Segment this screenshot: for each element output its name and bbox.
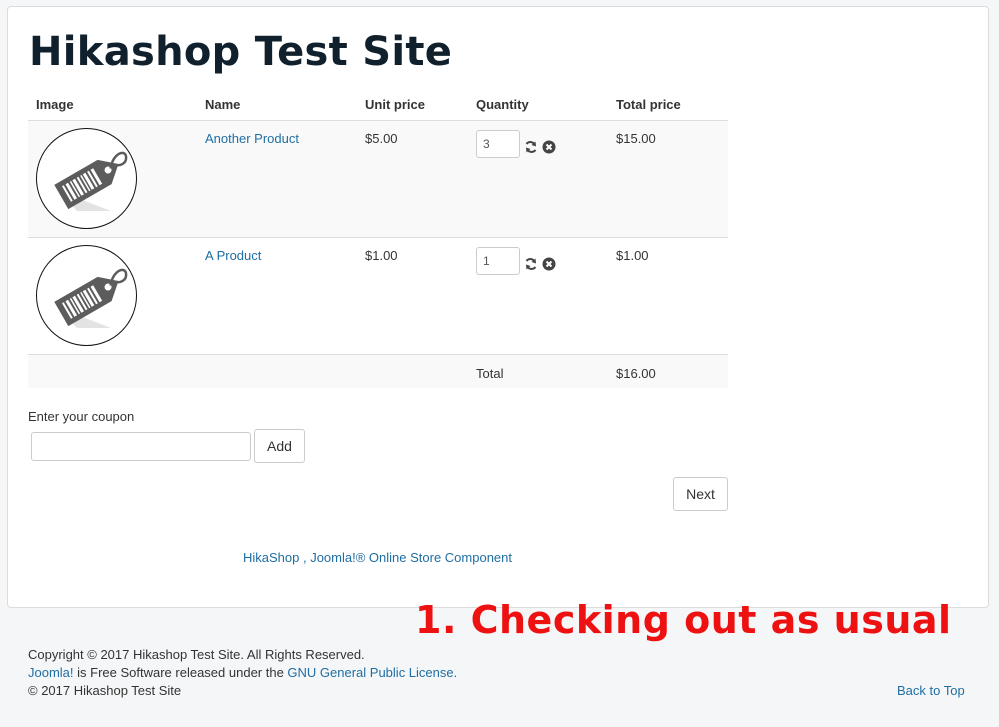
footer-copyright: Copyright © 2017 Hikashop Test Site. All… xyxy=(28,647,365,662)
free-software-text: is Free Software released under the xyxy=(73,665,288,680)
product-name-link[interactable]: Another Product xyxy=(205,131,299,146)
next-button[interactable]: Next xyxy=(673,477,728,511)
col-header-name: Name xyxy=(197,90,357,121)
product-image-cell xyxy=(28,120,197,238)
site-title: Hikashop Test Site xyxy=(29,29,453,75)
total-value: $16.00 xyxy=(608,354,728,388)
unit-price: $5.00 xyxy=(357,120,468,238)
col-header-image: Image xyxy=(28,90,197,121)
product-image-cell xyxy=(28,237,197,355)
col-header-unit-price: Unit price xyxy=(357,90,468,121)
quantity-input[interactable] xyxy=(476,129,520,158)
cart-row: Another Product $5.00 $15.00 xyxy=(28,120,728,238)
quantity-cell xyxy=(468,120,608,238)
col-header-total-price: Total price xyxy=(608,90,728,121)
annotation-overlay: 1. Checking out as usual xyxy=(415,598,952,642)
product-name-cell: Another Product xyxy=(197,120,357,238)
quantity-cell xyxy=(468,237,608,355)
cart-total-row: Total $16.00 xyxy=(28,354,728,388)
hikashop-credit-link[interactable]: HikaShop , Joomla!® Online Store Compone… xyxy=(243,550,512,565)
product-name-link[interactable]: A Product xyxy=(205,248,261,263)
remove-icon[interactable] xyxy=(542,257,556,271)
footer-site-copyright: © 2017 Hikashop Test Site xyxy=(28,683,182,698)
product-name-cell: A Product xyxy=(197,237,357,355)
footer-joomla-notice: Joomla! is Free Software released under … xyxy=(28,665,457,680)
quantity-input[interactable] xyxy=(476,246,520,275)
coupon-label: Enter your coupon xyxy=(28,409,135,424)
total-label: Total xyxy=(468,354,608,388)
col-header-quantity: Quantity xyxy=(468,90,608,121)
refresh-icon[interactable] xyxy=(524,257,538,271)
price-tag-image[interactable] xyxy=(36,244,137,346)
price-tag-image[interactable] xyxy=(36,127,137,229)
total-price: $1.00 xyxy=(608,237,728,355)
main-content-card: Hikashop Test Site Image Name Unit price… xyxy=(7,6,989,608)
joomla-link[interactable]: Joomla! xyxy=(28,665,74,680)
cart-table: Image Name Unit price Quantity Total pri… xyxy=(28,90,728,388)
remove-icon[interactable] xyxy=(542,140,556,154)
add-coupon-button[interactable]: Add xyxy=(254,429,305,463)
cart-row: A Product $1.00 $1.00 xyxy=(28,237,728,355)
cart-header-row: Image Name Unit price Quantity Total pri… xyxy=(28,90,728,121)
coupon-input[interactable] xyxy=(31,432,251,461)
total-price: $15.00 xyxy=(608,120,728,238)
refresh-icon[interactable] xyxy=(524,140,538,154)
gpl-license-link[interactable]: GNU General Public License. xyxy=(287,665,457,680)
back-to-top-link[interactable]: Back to Top xyxy=(897,683,965,698)
unit-price: $1.00 xyxy=(357,237,468,355)
